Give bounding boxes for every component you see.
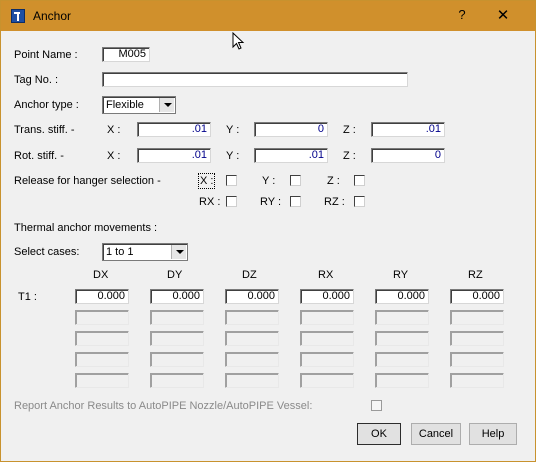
release-y-checkbox[interactable]: [290, 175, 301, 186]
cancel-button[interactable]: Cancel: [411, 423, 461, 445]
anchor-dialog: Anchor ? ✕ Point Name : M005 Tag No. : A…: [0, 0, 536, 462]
t1-dy-field[interactable]: 0.000: [150, 289, 204, 304]
disabled-field: [300, 310, 354, 325]
release-rx-label: RX :: [199, 196, 221, 208]
t1-dz-field[interactable]: 0.000: [225, 289, 279, 304]
disabled-field: [225, 352, 279, 367]
select-cases-select[interactable]: 1 to 1: [102, 243, 188, 261]
disabled-field: [300, 352, 354, 367]
t1-row-label: T1 :: [18, 291, 37, 303]
rot-y-label: Y :: [226, 150, 240, 162]
point-name-field[interactable]: M005: [102, 47, 150, 62]
disabled-field: [450, 373, 504, 388]
report-label: Report Anchor Results to AutoPIPE Nozzle…: [14, 400, 313, 412]
rot-x-field[interactable]: .01: [137, 148, 211, 163]
disabled-field: [75, 373, 129, 388]
col-header-rx: RX: [318, 269, 334, 281]
release-rz-label: RZ :: [324, 196, 345, 208]
anchor-type-select[interactable]: Flexible: [102, 96, 176, 114]
release-rx-checkbox[interactable]: [226, 196, 237, 207]
disabled-field: [450, 352, 504, 367]
chevron-down-icon[interactable]: [159, 98, 174, 112]
anchor-type-value: Flexible: [106, 99, 144, 111]
col-header-ry: RY: [393, 269, 409, 281]
disabled-field: [75, 331, 129, 346]
col-header-dx: DX: [93, 269, 109, 281]
rot-stiff-label: Rot. stiff. -: [14, 150, 64, 162]
release-ry-checkbox[interactable]: [290, 196, 301, 207]
disabled-field: [75, 310, 129, 325]
disabled-field: [450, 331, 504, 346]
help-question-icon[interactable]: ?: [453, 7, 471, 25]
help-button[interactable]: Help: [469, 423, 517, 445]
col-header-rz: RZ: [468, 269, 483, 281]
release-label: Release for hanger selection -: [14, 175, 161, 187]
t1-dx-field[interactable]: 0.000: [75, 289, 129, 304]
disabled-field: [375, 352, 429, 367]
t1-rz-field[interactable]: 0.000: [450, 289, 504, 304]
title-bar[interactable]: Anchor ? ✕: [1, 1, 535, 31]
close-icon[interactable]: ✕: [491, 6, 515, 26]
disabled-field: [75, 352, 129, 367]
rot-y-field[interactable]: .01: [254, 148, 328, 163]
select-cases-label: Select cases:: [14, 246, 80, 258]
release-x-checkbox[interactable]: [226, 175, 237, 186]
app-icon: [11, 9, 25, 23]
disabled-field: [375, 373, 429, 388]
trans-z-label: Z :: [343, 124, 356, 136]
disabled-field: [300, 373, 354, 388]
tag-no-label: Tag No. :: [14, 74, 59, 86]
col-header-dz: DZ: [242, 269, 257, 281]
thermal-label: Thermal anchor movements :: [14, 222, 158, 234]
disabled-field: [225, 331, 279, 346]
release-x-label: X :: [197, 173, 216, 189]
disabled-field: [375, 331, 429, 346]
anchor-type-label: Anchor type :: [14, 99, 79, 111]
trans-y-field[interactable]: 0: [254, 122, 328, 137]
select-cases-value: 1 to 1: [106, 246, 134, 258]
disabled-field: [375, 310, 429, 325]
t1-rx-field[interactable]: 0.000: [300, 289, 354, 304]
report-checkbox: [371, 400, 382, 411]
chevron-down-icon[interactable]: [171, 245, 186, 259]
release-rz-checkbox[interactable]: [354, 196, 365, 207]
disabled-field: [225, 310, 279, 325]
release-ry-label: RY :: [260, 196, 281, 208]
trans-stiff-label: Trans. stiff. -: [14, 124, 75, 136]
disabled-field: [300, 331, 354, 346]
dialog-body: Point Name : M005 Tag No. : Anchor type …: [7, 32, 529, 456]
rot-z-label: Z :: [343, 150, 356, 162]
ok-button[interactable]: OK: [357, 423, 401, 445]
rot-x-label: X :: [107, 150, 121, 162]
t1-ry-field[interactable]: 0.000: [375, 289, 429, 304]
disabled-field: [150, 310, 204, 325]
tag-no-field[interactable]: [102, 72, 408, 87]
disabled-field: [150, 373, 204, 388]
mouse-cursor-icon: [232, 32, 245, 50]
release-y-label: Y :: [262, 175, 276, 187]
disabled-field: [225, 373, 279, 388]
rot-z-field[interactable]: 0: [371, 148, 445, 163]
point-name-label: Point Name :: [14, 49, 78, 61]
release-z-label: Z :: [327, 175, 340, 187]
disabled-field: [150, 352, 204, 367]
window-title: Anchor: [33, 9, 72, 23]
col-header-dy: DY: [167, 269, 183, 281]
trans-z-field[interactable]: .01: [371, 122, 445, 137]
trans-x-label: X :: [107, 124, 121, 136]
trans-x-field[interactable]: .01: [137, 122, 211, 137]
disabled-field: [450, 310, 504, 325]
release-z-checkbox[interactable]: [354, 175, 365, 186]
disabled-field: [150, 331, 204, 346]
trans-y-label: Y :: [226, 124, 240, 136]
